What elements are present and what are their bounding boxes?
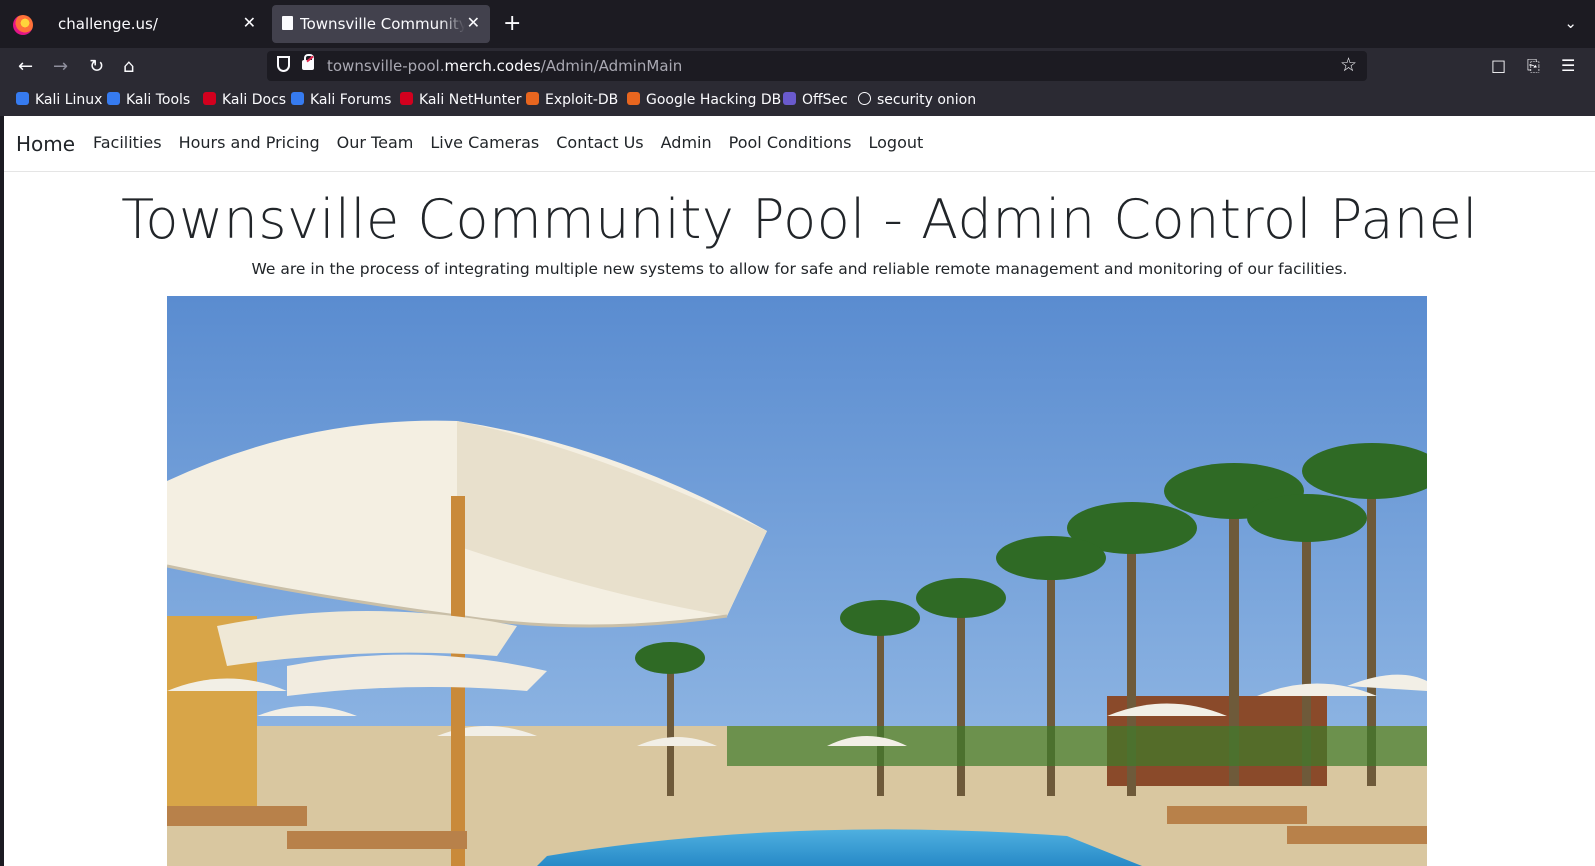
kali-tools-icon: [107, 92, 120, 105]
bookmark-kali-nethunter[interactable]: Kali NetHunter: [400, 92, 521, 108]
bookmark-kali-linux[interactable]: Kali Linux: [16, 92, 102, 108]
close-tab-icon[interactable]: ✕: [243, 13, 256, 32]
page-subtitle: We are in the process of integrating mul…: [251, 260, 1348, 278]
page-title: Townsville Community Pool - Admin Contro…: [121, 188, 1478, 251]
reload-icon[interactable]: ↻: [89, 56, 104, 77]
pool-photo: [167, 296, 1427, 866]
globe-icon: [858, 92, 871, 105]
kali-forums-icon: [291, 92, 304, 105]
tab-townsville[interactable]: Townsville Community Pool ✕: [272, 5, 490, 43]
page-icon: [282, 16, 293, 30]
nav-admin[interactable]: Admin: [661, 133, 712, 152]
url-bar[interactable]: townsville-pool.merch.codes/Admin/AdminM…: [267, 51, 1367, 81]
bookmark-kali-forums[interactable]: Kali Forums: [291, 92, 391, 108]
nav-facilities[interactable]: Facilities: [93, 133, 162, 152]
nav-links: Facilities Hours and Pricing Our Team Li…: [93, 133, 923, 152]
pool-photo-illustration: [167, 296, 1427, 866]
nav-live-cameras[interactable]: Live Cameras: [430, 133, 539, 152]
site-navbar: Home Facilities Hours and Pricing Our Te…: [4, 116, 1595, 172]
bookmark-security-onion[interactable]: security onion: [858, 92, 976, 108]
kali-docs-icon: [203, 92, 216, 105]
nav-our-team[interactable]: Our Team: [337, 133, 414, 152]
home-icon[interactable]: ⌂: [123, 56, 134, 77]
kali-icon: [16, 92, 29, 105]
list-all-tabs-icon[interactable]: ⌄: [1564, 14, 1577, 32]
url-text[interactable]: townsville-pool.merch.codes/Admin/AdminM…: [327, 57, 682, 75]
tab-title: challenge.us/: [58, 15, 158, 33]
nav-pool-conditions[interactable]: Pool Conditions: [729, 133, 852, 152]
insecure-lock-icon[interactable]: [302, 54, 314, 70]
new-tab-button[interactable]: +: [503, 11, 521, 36]
extensions-icon[interactable]: ⎘: [1527, 56, 1540, 76]
nav-contact-us[interactable]: Contact Us: [556, 133, 643, 152]
tracking-protection-icon[interactable]: [277, 56, 290, 72]
bookmark-google-hacking-db[interactable]: Google Hacking DB: [627, 92, 781, 108]
firefox-icon[interactable]: [13, 15, 33, 35]
nav-hours-pricing[interactable]: Hours and Pricing: [179, 133, 320, 152]
navigation-toolbar: ← → ↻ ⌂ townsville-pool.merch.codes/Admi…: [0, 48, 1595, 88]
bookmark-offsec[interactable]: OffSec: [783, 92, 848, 108]
tab-bar: challenge.us/ ✕ Townsville Community Poo…: [0, 0, 1595, 48]
page-viewport: Home Facilities Hours and Pricing Our Te…: [4, 116, 1595, 866]
close-tab-icon[interactable]: ✕: [467, 13, 480, 32]
nav-home-link[interactable]: Home: [16, 132, 75, 156]
bookmarks-toolbar: Kali Linux Kali Tools Kali Docs Kali For…: [0, 88, 1595, 116]
bookmark-kali-tools[interactable]: Kali Tools: [107, 92, 190, 108]
ghdb-icon: [627, 92, 640, 105]
pocket-icon[interactable]: □: [1491, 56, 1506, 75]
offsec-icon: [783, 92, 796, 105]
forward-icon[interactable]: →: [53, 56, 68, 77]
bookmark-star-icon[interactable]: ☆: [1340, 54, 1357, 76]
tab-challenge[interactable]: challenge.us/ ✕: [46, 5, 266, 43]
exploit-db-icon: [526, 92, 539, 105]
bookmark-exploit-db[interactable]: Exploit-DB: [526, 92, 618, 108]
menu-icon[interactable]: ☰: [1561, 56, 1575, 75]
back-icon[interactable]: ←: [18, 56, 33, 77]
nethunter-icon: [400, 92, 413, 105]
bookmark-kali-docs[interactable]: Kali Docs: [203, 92, 286, 108]
nav-logout[interactable]: Logout: [869, 133, 924, 152]
tab-title: Townsville Community Pool: [300, 15, 465, 33]
